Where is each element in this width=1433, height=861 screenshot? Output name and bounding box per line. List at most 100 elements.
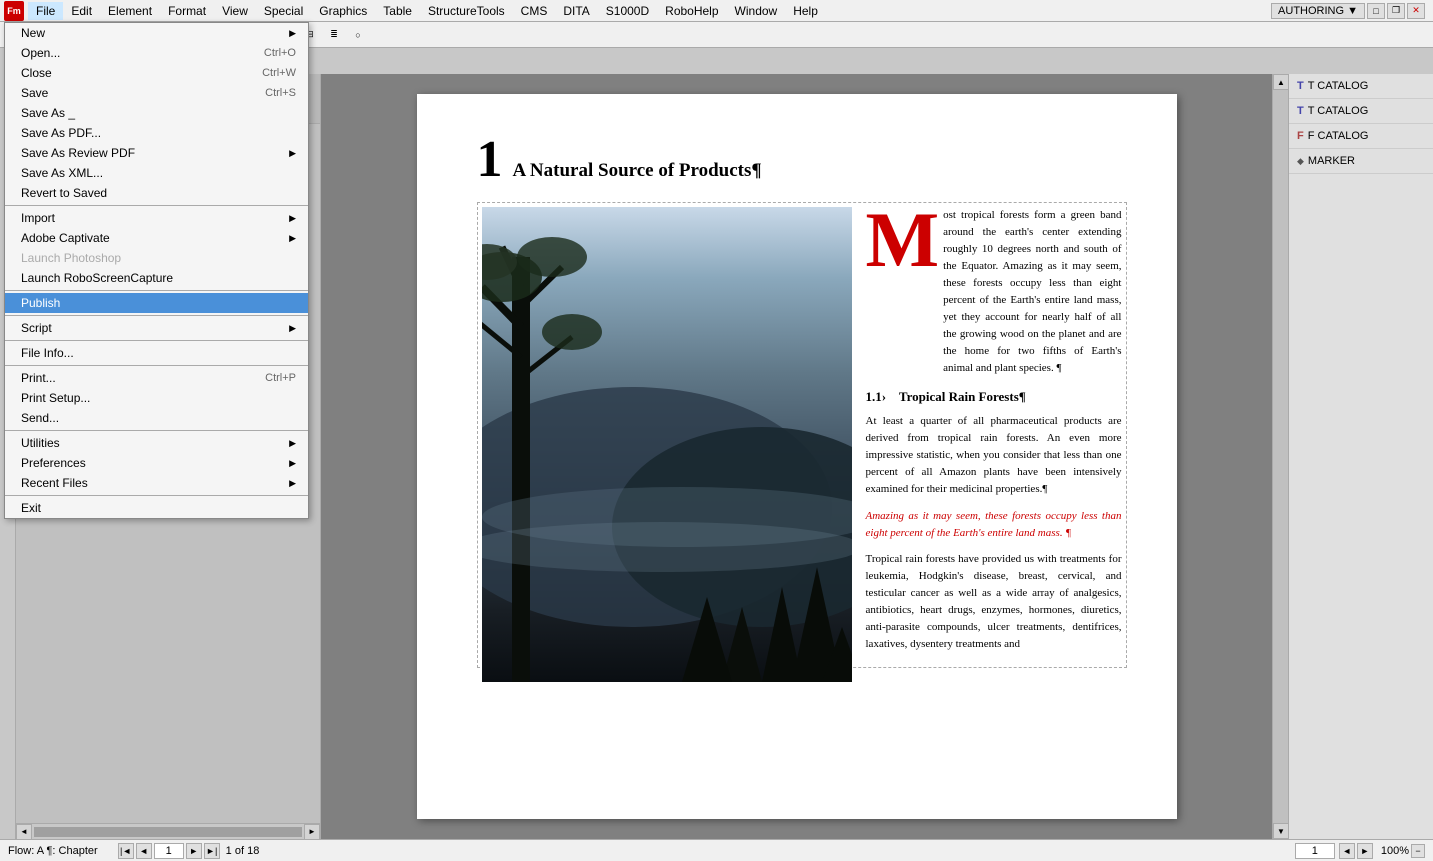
menu-special[interactable]: Special (256, 2, 311, 20)
chapter-title: A Natural Source of Products¶ (513, 157, 762, 186)
menu-item-save-as-pdf-label: Save As PDF... (21, 126, 101, 140)
window-btn-box[interactable]: □ (1367, 3, 1385, 19)
menu-item-captivate[interactable]: Adobe Captivate ▶ (5, 228, 308, 248)
scroll-up-btn[interactable]: ▲ (1273, 74, 1288, 90)
doc-vertical-scrollbar[interactable]: ▲ ▼ (1272, 74, 1288, 839)
right-panel-f-catalog[interactable]: F F CATALOG (1289, 124, 1433, 149)
menu-item-photoshop[interactable]: Launch Photoshop (5, 248, 308, 268)
menu-item-open[interactable]: Open... Ctrl+O (5, 43, 308, 63)
window-btn-close[interactable]: ✕ (1407, 3, 1425, 19)
page-label-input[interactable] (1295, 843, 1335, 859)
menu-item-print-shortcut: Ctrl+P (265, 372, 296, 384)
menu-sep-2 (5, 290, 308, 291)
toolbar-btn10[interactable]: ○ (347, 25, 369, 45)
menu-item-exit-label: Exit (21, 501, 41, 515)
menu-item-file-info[interactable]: File Info... (5, 343, 308, 363)
window-btn-restore[interactable]: ❐ (1387, 3, 1405, 19)
section-title: Tropical Rain Forests¶ (899, 389, 1026, 404)
menu-item-print-label: Print... (21, 371, 56, 385)
menu-item-preferences-arrow: ▶ (289, 458, 296, 469)
right-panel-marker[interactable]: ◆ MARKER (1289, 149, 1433, 174)
menu-item-save-as-label: Save As _ (21, 106, 75, 120)
document-scroll-area[interactable]: 1 A Natural Source of Products¶ (321, 74, 1272, 839)
scroll-left-btn[interactable]: ◄ (16, 824, 32, 840)
page-next-btn[interactable]: ► (1357, 843, 1373, 859)
menu-item-send-label: Send... (21, 411, 59, 425)
menu-item-close[interactable]: Close Ctrl+W (5, 63, 308, 83)
page-prev-btn[interactable]: ◄ (1339, 843, 1355, 859)
menu-item-new-arrow: ▶ (289, 28, 296, 39)
right-panel: T T CATALOG T T CATALOG F F CATALOG ◆ MA… (1288, 74, 1433, 839)
chapter-number: 1 (477, 134, 503, 186)
nav-prev[interactable]: ◄ (136, 843, 152, 859)
zoom-down[interactable]: − (1411, 844, 1425, 858)
menu-item-save-as-pdf[interactable]: Save As PDF... (5, 123, 308, 143)
menu-table[interactable]: Table (375, 2, 420, 20)
forest-svg (482, 207, 852, 682)
menu-item-print-setup[interactable]: Print Setup... (5, 388, 308, 408)
menu-item-preferences-label: Preferences (21, 456, 86, 470)
nav-next[interactable]: ► (186, 843, 202, 859)
page-navigation: |◄ ◄ ► ►| 1 of 18 (118, 843, 260, 859)
menu-s1000d[interactable]: S1000D (598, 2, 657, 20)
right-panel-t-catalog-2[interactable]: T T CATALOG (1289, 99, 1433, 124)
menu-file[interactable]: File (28, 2, 63, 20)
nav-last[interactable]: ►| (204, 843, 220, 859)
f-catalog-icon: F (1297, 130, 1304, 142)
menu-item-save-as-xml[interactable]: Save As XML... (5, 163, 308, 183)
menu-item-save-as-xml-label: Save As XML... (21, 166, 103, 180)
menu-item-recent-files[interactable]: Recent Files ▶ (5, 473, 308, 493)
menu-item-open-label: Open... (21, 46, 60, 60)
menu-item-send[interactable]: Send... (5, 408, 308, 428)
menu-help[interactable]: Help (785, 2, 826, 20)
menu-element[interactable]: Element (100, 2, 160, 20)
menu-item-preferences[interactable]: Preferences ▶ (5, 453, 308, 473)
menu-item-print[interactable]: Print... Ctrl+P (5, 368, 308, 388)
menu-item-save-as[interactable]: Save As _ (5, 103, 308, 123)
statusbar: Flow: A ¶: Chapter |◄ ◄ ► ►| 1 of 18 ◄ ►… (0, 839, 1433, 861)
menu-format[interactable]: Format (160, 2, 214, 20)
menu-item-script-arrow: ▶ (289, 323, 296, 334)
toolbar-btn9[interactable]: ≣ (323, 25, 345, 45)
menu-structuretools[interactable]: StructureTools (420, 2, 513, 20)
status-flow: Flow: A ¶: Chapter (8, 845, 98, 857)
menu-item-import[interactable]: Import ▶ (5, 208, 308, 228)
t-catalog-2-icon: T (1297, 105, 1304, 117)
menu-item-revert[interactable]: Revert to Saved (5, 183, 308, 203)
menu-item-robo-capture[interactable]: Launch RoboScreenCapture (5, 268, 308, 288)
menu-item-file-info-label: File Info... (21, 346, 74, 360)
scroll-track[interactable] (34, 827, 302, 837)
menu-item-exit[interactable]: Exit (5, 498, 308, 518)
right-panel-t-catalog-1[interactable]: T T CATALOG (1289, 74, 1433, 99)
drop-cap: M (866, 211, 940, 270)
left-panel-scrollbar[interactable]: ◄ ► (16, 823, 320, 839)
nav-first[interactable]: |◄ (118, 843, 134, 859)
menu-graphics[interactable]: Graphics (311, 2, 375, 20)
menubar: Fm File Edit Element Format View Special… (0, 0, 1433, 22)
menu-sep-6 (5, 430, 308, 431)
menu-item-open-shortcut: Ctrl+O (264, 47, 296, 59)
menu-cms[interactable]: CMS (513, 2, 556, 20)
menu-item-new[interactable]: New ▶ (5, 23, 308, 43)
scroll-thumb-track[interactable] (1273, 90, 1288, 823)
menu-robohelp[interactable]: RoboHelp (657, 2, 726, 20)
menu-dita[interactable]: DITA (555, 2, 597, 20)
menu-item-script[interactable]: Script ▶ (5, 318, 308, 338)
menu-item-print-setup-label: Print Setup... (21, 391, 90, 405)
menu-view[interactable]: View (214, 2, 256, 20)
menu-sep-7 (5, 495, 308, 496)
scroll-down-btn[interactable]: ▼ (1273, 823, 1288, 839)
menu-item-save[interactable]: Save Ctrl+S (5, 83, 308, 103)
scroll-right-btn[interactable]: ► (304, 824, 320, 840)
menu-item-recent-files-arrow: ▶ (289, 478, 296, 489)
file-dropdown-menu: New ▶ Open... Ctrl+O Close Ctrl+W Save C… (4, 22, 309, 519)
menu-item-utilities-label: Utilities (21, 436, 60, 450)
page-input[interactable] (154, 843, 184, 859)
menu-window[interactable]: Window (727, 2, 786, 20)
menu-item-utilities[interactable]: Utilities ▶ (5, 433, 308, 453)
authoring-dropdown[interactable]: AUTHORING ▼ (1271, 3, 1365, 19)
menu-item-save-as-review[interactable]: Save As Review PDF ▶ (5, 143, 308, 163)
menu-item-publish-label: Publish (21, 296, 60, 310)
menu-item-publish[interactable]: Publish (5, 293, 308, 313)
menu-edit[interactable]: Edit (63, 2, 100, 20)
